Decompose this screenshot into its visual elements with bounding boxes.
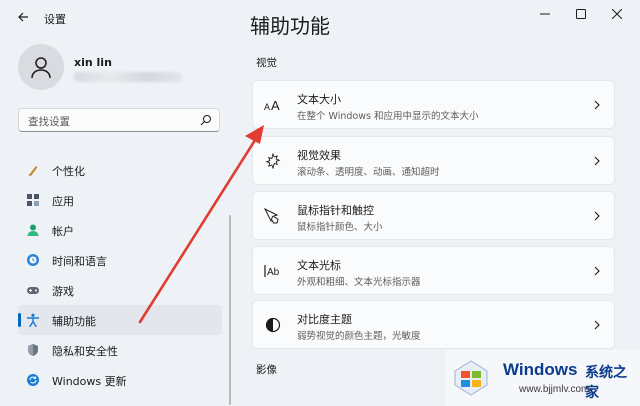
- text-cursor-icon: Ab: [264, 262, 282, 280]
- sidebar-item-label: 辅助功能: [52, 315, 96, 328]
- sidebar-item-label: 游戏: [52, 285, 74, 298]
- app-title: 设置: [44, 13, 66, 26]
- sidebar-item-apps[interactable]: 应用: [18, 185, 222, 215]
- sidebar-item-accessibility[interactable]: 辅助功能: [18, 305, 222, 335]
- back-arrow-icon: [18, 12, 28, 22]
- chevron-right-icon: [592, 98, 602, 112]
- card-title: 鼠标指针和触控: [297, 204, 374, 217]
- card-subtitle: 弱势视觉的颜色主题，光敏度: [297, 331, 421, 342]
- card-title: 文本光标: [297, 259, 341, 272]
- sidebar-item-time-language[interactable]: 时间和语言: [18, 245, 222, 275]
- card-subtitle: 外观和粗细、文本光标指示器: [297, 277, 421, 288]
- watermark-brand-cn: 系统之家: [585, 365, 627, 401]
- chevron-right-icon: [592, 264, 602, 278]
- card-subtitle: 在整个 Windows 和应用中显示的文本大小: [297, 111, 479, 122]
- account-icon: [26, 223, 40, 237]
- close-button[interactable]: [602, 4, 632, 24]
- user-name: xin lin: [74, 56, 112, 69]
- gamepad-icon: [26, 283, 40, 297]
- setting-card-text-cursor[interactable]: Ab 文本光标 外观和粗细、文本光标指示器: [252, 246, 615, 295]
- section-heading-vision: 视觉: [256, 57, 277, 69]
- watermark-brand: Windows: [503, 360, 578, 379]
- card-title: 对比度主题: [297, 313, 352, 326]
- windows-logo-icon: [454, 360, 488, 396]
- sidebar-item-privacy-security[interactable]: 隐私和安全性: [18, 335, 222, 365]
- chevron-right-icon: [592, 154, 602, 168]
- setting-card-visual-effects[interactable]: 视觉效果 滚动条、透明度、动画、通知超时: [252, 136, 615, 185]
- card-title: 文本大小: [297, 93, 341, 106]
- accessibility-icon: [26, 313, 40, 327]
- shield-icon: [26, 343, 40, 357]
- search-box[interactable]: 查找设置: [18, 108, 220, 132]
- svg-text:A: A: [271, 98, 280, 112]
- watermark: Windows 系统之家 www.bjjmlv.com: [445, 350, 640, 406]
- search-icon[interactable]: [200, 114, 212, 126]
- time-language-icon: [26, 253, 40, 267]
- sidebar-nav: 个性化 应用 帐户 时间和语言 游戏 辅助功能 隐私和安全性 Windows 更…: [18, 155, 222, 395]
- watermark-url: www.bjjmlv.com: [519, 384, 590, 395]
- setting-card-text-size[interactable]: AA 文本大小 在整个 Windows 和应用中显示的文本大小: [252, 80, 615, 129]
- sidebar-scrollbar[interactable]: [229, 215, 231, 405]
- card-subtitle: 滚动条、透明度、动画、通知超时: [297, 167, 440, 178]
- setting-card-mouse-pointer[interactable]: 鼠标指针和触控 鼠标指针颜色、大小: [252, 191, 615, 240]
- close-icon: [612, 9, 622, 19]
- sidebar-item-accounts[interactable]: 帐户: [18, 215, 222, 245]
- setting-card-contrast-themes[interactable]: 对比度主题 弱势视觉的颜色主题，光敏度: [252, 300, 615, 349]
- visual-effects-icon: [264, 152, 282, 170]
- sidebar-item-label: 个性化: [52, 165, 85, 178]
- avatar: [18, 44, 64, 90]
- apps-icon: [26, 193, 40, 207]
- sidebar-item-label: 应用: [52, 195, 74, 208]
- search-input[interactable]: 查找设置: [28, 114, 70, 129]
- brush-icon: [26, 163, 40, 177]
- maximize-icon: [576, 9, 586, 19]
- svg-text:A: A: [264, 102, 270, 112]
- sidebar-item-label: Windows 更新: [52, 375, 127, 388]
- svg-text:Ab: Ab: [267, 267, 280, 278]
- contrast-icon: [264, 316, 282, 334]
- user-profile[interactable]: xin lin: [18, 44, 228, 94]
- active-indicator: [18, 313, 21, 327]
- back-button[interactable]: [14, 8, 32, 26]
- card-title: 视觉效果: [297, 149, 341, 162]
- sidebar-item-personalization[interactable]: 个性化: [18, 155, 222, 185]
- sidebar-item-label: 时间和语言: [52, 255, 107, 268]
- sidebar-item-windows-update[interactable]: Windows 更新: [18, 365, 222, 395]
- sidebar-item-label: 帐户: [52, 225, 74, 238]
- section-heading-media: 影像: [256, 364, 277, 376]
- chevron-right-icon: [592, 318, 602, 332]
- page-title: 辅助功能: [250, 14, 330, 38]
- person-icon: [31, 57, 51, 79]
- card-subtitle: 鼠标指针颜色、大小: [297, 222, 383, 233]
- sidebar-item-gaming[interactable]: 游戏: [18, 275, 222, 305]
- mouse-pointer-icon: [264, 207, 282, 225]
- minimize-icon: [540, 13, 550, 15]
- sidebar-item-label: 隐私和安全性: [52, 345, 118, 358]
- maximize-button[interactable]: [566, 4, 596, 24]
- text-size-icon: AA: [264, 96, 282, 114]
- chevron-right-icon: [592, 209, 602, 223]
- update-icon: [26, 373, 40, 387]
- minimize-button[interactable]: [530, 4, 560, 24]
- user-email-redacted: [74, 72, 182, 82]
